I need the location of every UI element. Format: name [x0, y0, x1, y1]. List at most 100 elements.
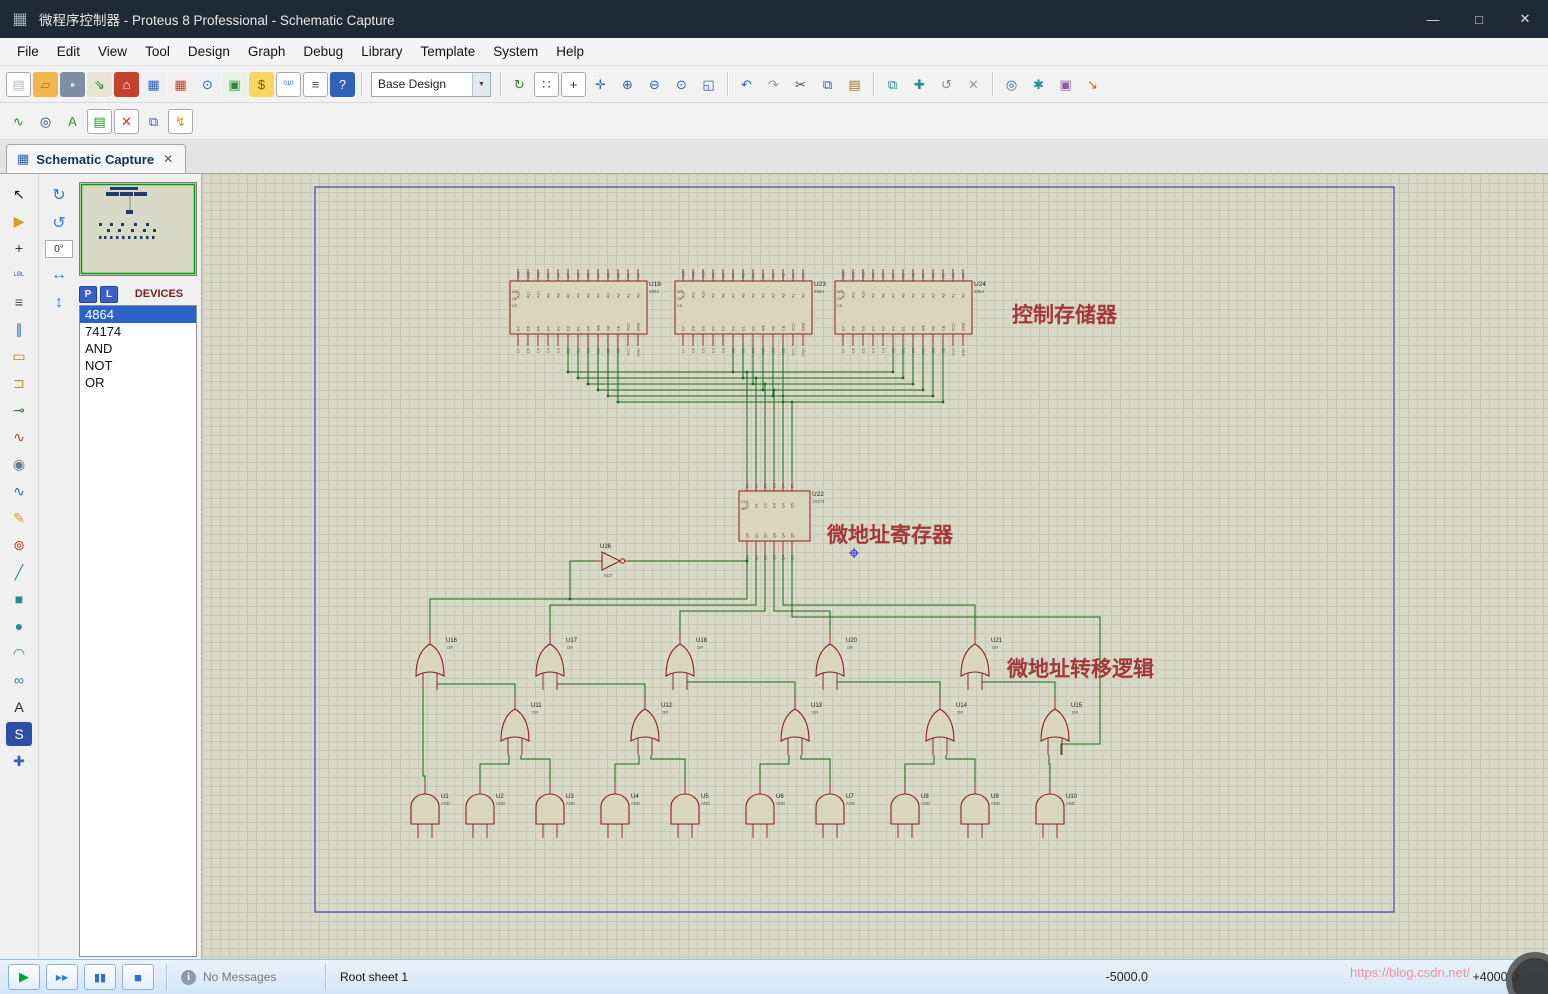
pick-parts-icon[interactable]: ◎ — [999, 72, 1024, 97]
schematic-component-u5[interactable]: U5AND — [670, 782, 710, 838]
design-explorer-icon[interactable]: ⊙ — [195, 71, 220, 97]
device-list-item-or[interactable]: OR — [80, 374, 196, 391]
menu-item-library[interactable]: Library — [352, 41, 411, 62]
subcircuit-icon[interactable]: ▭ — [6, 344, 32, 368]
rotate-clockwise-button[interactable]: ↻ — [47, 184, 71, 206]
goto-sheet-icon[interactable]: ⧉ — [141, 109, 166, 134]
schematic-component-u26[interactable]: U26 NOT — [594, 544, 630, 578]
mirror-horizontal-button[interactable]: ↔ — [47, 264, 71, 286]
menu-item-tool[interactable]: Tool — [136, 41, 179, 62]
open-folder-icon[interactable]: ▱ — [33, 71, 58, 97]
schematic-component-u11[interactable]: U11OR — [500, 697, 542, 755]
schematic-annotation[interactable]: 微地址转移逻辑 — [1006, 657, 1154, 681]
project-notes-icon[interactable]: ≡ — [303, 71, 328, 97]
current-probe-icon[interactable]: ⊚ — [6, 533, 32, 557]
step-button[interactable]: ▶▶ — [46, 964, 78, 990]
2d-text-icon[interactable]: A — [6, 695, 32, 719]
schematic-component-u20[interactable]: U20OR — [815, 632, 858, 690]
new-file-icon[interactable]: ▤ — [6, 71, 31, 97]
copy-icon[interactable]: ⧉ — [815, 72, 840, 97]
stop-button[interactable]: ■ — [122, 964, 154, 990]
2d-box-icon[interactable]: ■ — [6, 587, 32, 611]
schematic-component-u18[interactable]: U18OR — [665, 632, 708, 690]
menu-item-template[interactable]: Template — [411, 41, 484, 62]
graph-icon[interactable]: ∿ — [6, 425, 32, 449]
device-list-item-and[interactable]: AND — [80, 340, 196, 357]
pause-button[interactable]: ▮▮ — [84, 964, 116, 990]
schematic-component-u10[interactable]: U10AND — [1035, 782, 1078, 838]
menu-item-design[interactable]: Design — [179, 41, 239, 62]
schematic-component-u19[interactable]: A12A12D7D7A11A11D6D6A10A10D5D5A9A9D4D4A8… — [509, 269, 661, 356]
schematic-component-u7[interactable]: U7AND — [815, 782, 855, 838]
packaging-tool-icon[interactable]: ▣ — [1053, 72, 1078, 97]
zoom-in-icon[interactable]: ⊕ — [615, 72, 640, 97]
device-list-item-not[interactable]: NOT — [80, 357, 196, 374]
menu-item-edit[interactable]: Edit — [48, 41, 89, 62]
home-icon[interactable]: ⌂ — [114, 71, 139, 97]
gerber-viewer-icon[interactable]: 010 — [276, 71, 301, 97]
design-selector-dropdown[interactable]: Base Design ▼ — [371, 71, 491, 97]
redo-icon[interactable]: ↷ — [761, 72, 786, 97]
pan-icon[interactable]: ✛ — [588, 72, 613, 97]
zoom-all-icon[interactable]: ⊙ — [669, 72, 694, 97]
close-button[interactable]: ✕ — [1502, 0, 1548, 38]
wire-autorouter-icon[interactable]: ∿ — [6, 109, 31, 134]
refresh-icon[interactable]: ↻ — [507, 72, 532, 97]
block-move-icon[interactable]: ✚ — [907, 72, 932, 97]
schematic-annotation[interactable]: 微地址寄存器 — [826, 523, 954, 547]
pcb-layout-icon[interactable]: ▦ — [168, 71, 193, 97]
minimize-button[interactable]: — — [1410, 0, 1456, 38]
play-button[interactable]: ▶ — [8, 964, 40, 990]
generator-icon[interactable]: ∿ — [6, 479, 32, 503]
schematic-annotation[interactable]: 控制存储器 — [1012, 303, 1118, 327]
voltage-probe-icon[interactable]: ✎ — [6, 506, 32, 530]
overview-minimap[interactable] — [79, 182, 197, 276]
schematic-component-u3[interactable]: U3AND — [535, 782, 575, 838]
2d-symbol-icon[interactable]: S — [6, 722, 32, 746]
schematic-component-u8[interactable]: U8AND — [890, 782, 930, 838]
2d-line-icon[interactable]: ╱ — [6, 560, 32, 584]
junction-icon[interactable]: + — [6, 236, 32, 260]
save-icon[interactable]: ▪ — [60, 71, 85, 97]
schematic-component-u12[interactable]: U12OR — [630, 697, 673, 755]
selection-icon[interactable]: ↖ — [6, 182, 32, 206]
false-origin-icon[interactable]: + — [561, 71, 586, 97]
maximize-button[interactable]: □ — [1456, 0, 1502, 38]
grid-toggle-icon[interactable]: ∷ — [534, 71, 559, 97]
menu-item-graph[interactable]: Graph — [239, 41, 295, 62]
schematic-capture-icon[interactable]: ▦ — [141, 71, 166, 97]
bus-icon[interactable]: ∥ — [6, 317, 32, 341]
schematic-canvas[interactable]: A12 A12 D7 D7 A11 A11 D6 D6 A10 A10 D5 D5 A9 A9 D4 D4 A8… — [202, 174, 1548, 959]
menu-item-view[interactable]: View — [89, 41, 136, 62]
schematic-component-u2[interactable]: U2AND — [465, 782, 505, 838]
schematic-component-u15[interactable]: U15OR — [1040, 697, 1083, 755]
library-button[interactable]: L — [100, 285, 118, 303]
schematic-component-u24[interactable]: A12A12D7D7A11A11D6D6A10A10D5D5A9A9D4D4A8… — [834, 269, 986, 356]
new-sheet-icon[interactable]: ▤ — [87, 108, 112, 134]
schematic-component-u16[interactable]: U16OR — [415, 632, 458, 690]
device-list-item-4864[interactable]: 4864 — [80, 306, 196, 323]
zoom-out-icon[interactable]: ⊖ — [642, 72, 667, 97]
schematic-component-u6[interactable]: U6AND — [745, 782, 785, 838]
block-rotate-icon[interactable]: ↺ — [934, 72, 959, 97]
block-delete-icon[interactable]: ✕ — [961, 72, 986, 97]
device-pin-icon[interactable]: ⊸ — [6, 398, 32, 422]
mirror-vertical-button[interactable]: ↕ — [47, 292, 71, 314]
undo-icon[interactable]: ↶ — [734, 72, 759, 97]
component-icon[interactable]: ▶ — [6, 209, 32, 233]
tab-schematic-capture[interactable]: ▦ Schematic Capture ✕ — [6, 144, 187, 173]
decompose-icon[interactable]: ↘ — [1080, 72, 1105, 97]
schematic-component-u4[interactable]: U4AND — [600, 782, 640, 838]
schematic-component-u9[interactable]: U9AND — [960, 782, 1000, 838]
device-list[interactable]: 4864 74174 AND NOT OR — [79, 305, 197, 957]
search-tag-icon[interactable]: ◎ — [33, 109, 58, 134]
electrical-rule-check-icon[interactable]: ↯ — [168, 108, 193, 134]
pick-devices-button[interactable]: P — [79, 285, 97, 303]
schematic-component-u23[interactable]: A12A12D7D7A11A11D6D6A10A10D5D5A9A9D4D4A8… — [674, 269, 826, 356]
remove-sheet-icon[interactable]: ✕ — [114, 108, 139, 134]
schematic-component-u17[interactable]: U17OR — [535, 632, 578, 690]
menu-item-system[interactable]: System — [484, 41, 547, 62]
block-copy-icon[interactable]: ⧉ — [880, 72, 905, 97]
2d-marker-icon[interactable]: ✚ — [6, 749, 32, 773]
schematic-component-u21[interactable]: U21OR — [960, 632, 1003, 690]
